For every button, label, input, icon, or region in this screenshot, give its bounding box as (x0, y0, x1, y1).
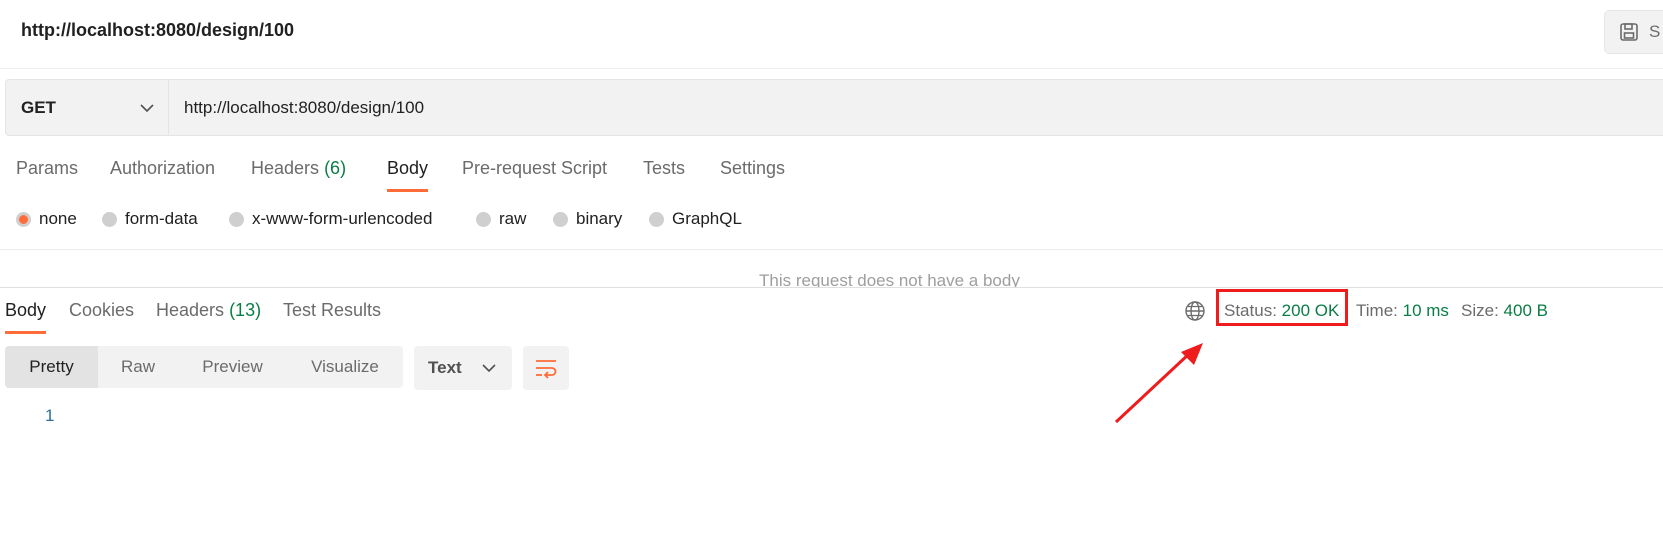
tab-headers[interactable]: Headers (6) (251, 158, 346, 179)
view-mode-visualize[interactable]: Visualize (287, 346, 403, 388)
radio-icon (476, 211, 491, 227)
body-type-form-data-label: form-data (125, 209, 198, 228)
body-type-none[interactable]: none (16, 209, 77, 229)
view-mode-raw[interactable]: Raw (98, 346, 178, 388)
response-tab-test-results[interactable]: Test Results (283, 300, 381, 321)
radio-checked-icon (16, 211, 31, 227)
url-input[interactable]: http://localhost:8080/design/100 (184, 98, 424, 118)
response-tab-cookies[interactable]: Cookies (69, 300, 134, 321)
body-type-graphql[interactable]: GraphQL (649, 209, 742, 229)
method-select[interactable]: GET (6, 80, 169, 135)
wrap-lines-icon (534, 357, 558, 379)
annotation-highlight-box (1216, 289, 1348, 326)
tab-authorization[interactable]: Authorization (110, 158, 215, 179)
body-type-none-label: none (39, 209, 77, 228)
save-icon (1619, 22, 1639, 42)
body-type-binary[interactable]: binary (553, 209, 622, 229)
view-mode-toggle: Pretty Raw Preview Visualize (5, 346, 403, 388)
size-value: 400 B (1503, 301, 1548, 320)
wrap-lines-button[interactable] (523, 346, 569, 390)
body-type-raw-label: raw (499, 209, 527, 228)
view-mode-preview[interactable]: Preview (178, 346, 287, 388)
body-type-raw[interactable]: raw (476, 209, 526, 229)
radio-icon (553, 211, 568, 227)
tab-prerequest-script[interactable]: Pre-request Script (462, 158, 607, 179)
response-tab-body[interactable]: Body (5, 300, 46, 321)
body-type-binary-label: binary (576, 209, 623, 228)
tab-params[interactable]: Params (16, 158, 78, 179)
radio-icon (649, 211, 664, 227)
globe-icon[interactable] (1184, 300, 1206, 322)
line-number: 1 (45, 406, 55, 425)
request-tabs: Params Authorization Headers (6) Body Pr… (0, 158, 1663, 194)
body-type-graphql-label: GraphQL (672, 209, 742, 228)
chevron-down-icon (140, 103, 154, 113)
tab-settings[interactable]: Settings (720, 158, 785, 179)
response-time[interactable]: Time: 10 ms (1356, 301, 1449, 321)
divider (0, 249, 1663, 250)
save-button[interactable]: S (1604, 10, 1663, 54)
format-select[interactable]: Text (414, 346, 512, 390)
response-size[interactable]: Size: 400 B (1461, 301, 1548, 321)
tab-body[interactable]: Body (387, 158, 428, 179)
empty-body-message: This request does not have a body (759, 271, 1020, 287)
save-label: S (1649, 22, 1661, 41)
radio-icon (102, 211, 117, 227)
view-mode-pretty[interactable]: Pretty (5, 346, 98, 388)
body-type-form-data[interactable]: form-data (102, 209, 198, 229)
size-label: Size: (1461, 301, 1499, 320)
chevron-down-icon (482, 363, 496, 373)
active-response-tab-indicator (5, 331, 46, 334)
tab-tests[interactable]: Tests (643, 158, 685, 179)
time-value: 10 ms (1402, 301, 1449, 320)
format-label: Text (428, 358, 462, 377)
body-type-urlencoded-label: x-www-form-urlencoded (252, 209, 433, 228)
url-bar: GET http://localhost:8080/design/100 (5, 79, 1663, 136)
body-type-urlencoded[interactable]: x-www-form-urlencoded (229, 209, 432, 229)
time-label: Time: (1356, 301, 1398, 320)
method-label: GET (21, 97, 56, 117)
active-tab-indicator (387, 189, 428, 192)
pane-resize-handle[interactable] (0, 287, 1663, 288)
response-tab-headers-count: (13) (229, 300, 262, 320)
response-tab-headers[interactable]: Headers (13) (156, 300, 261, 321)
tab-headers-label: Headers (251, 158, 320, 178)
tab-headers-count: (6) (324, 158, 347, 178)
response-tab-headers-label: Headers (156, 300, 225, 320)
body-type-options: none form-data x-www-form-urlencoded raw… (16, 209, 816, 233)
radio-icon (229, 211, 244, 227)
request-title[interactable]: http://localhost:8080/design/100 (21, 20, 294, 41)
